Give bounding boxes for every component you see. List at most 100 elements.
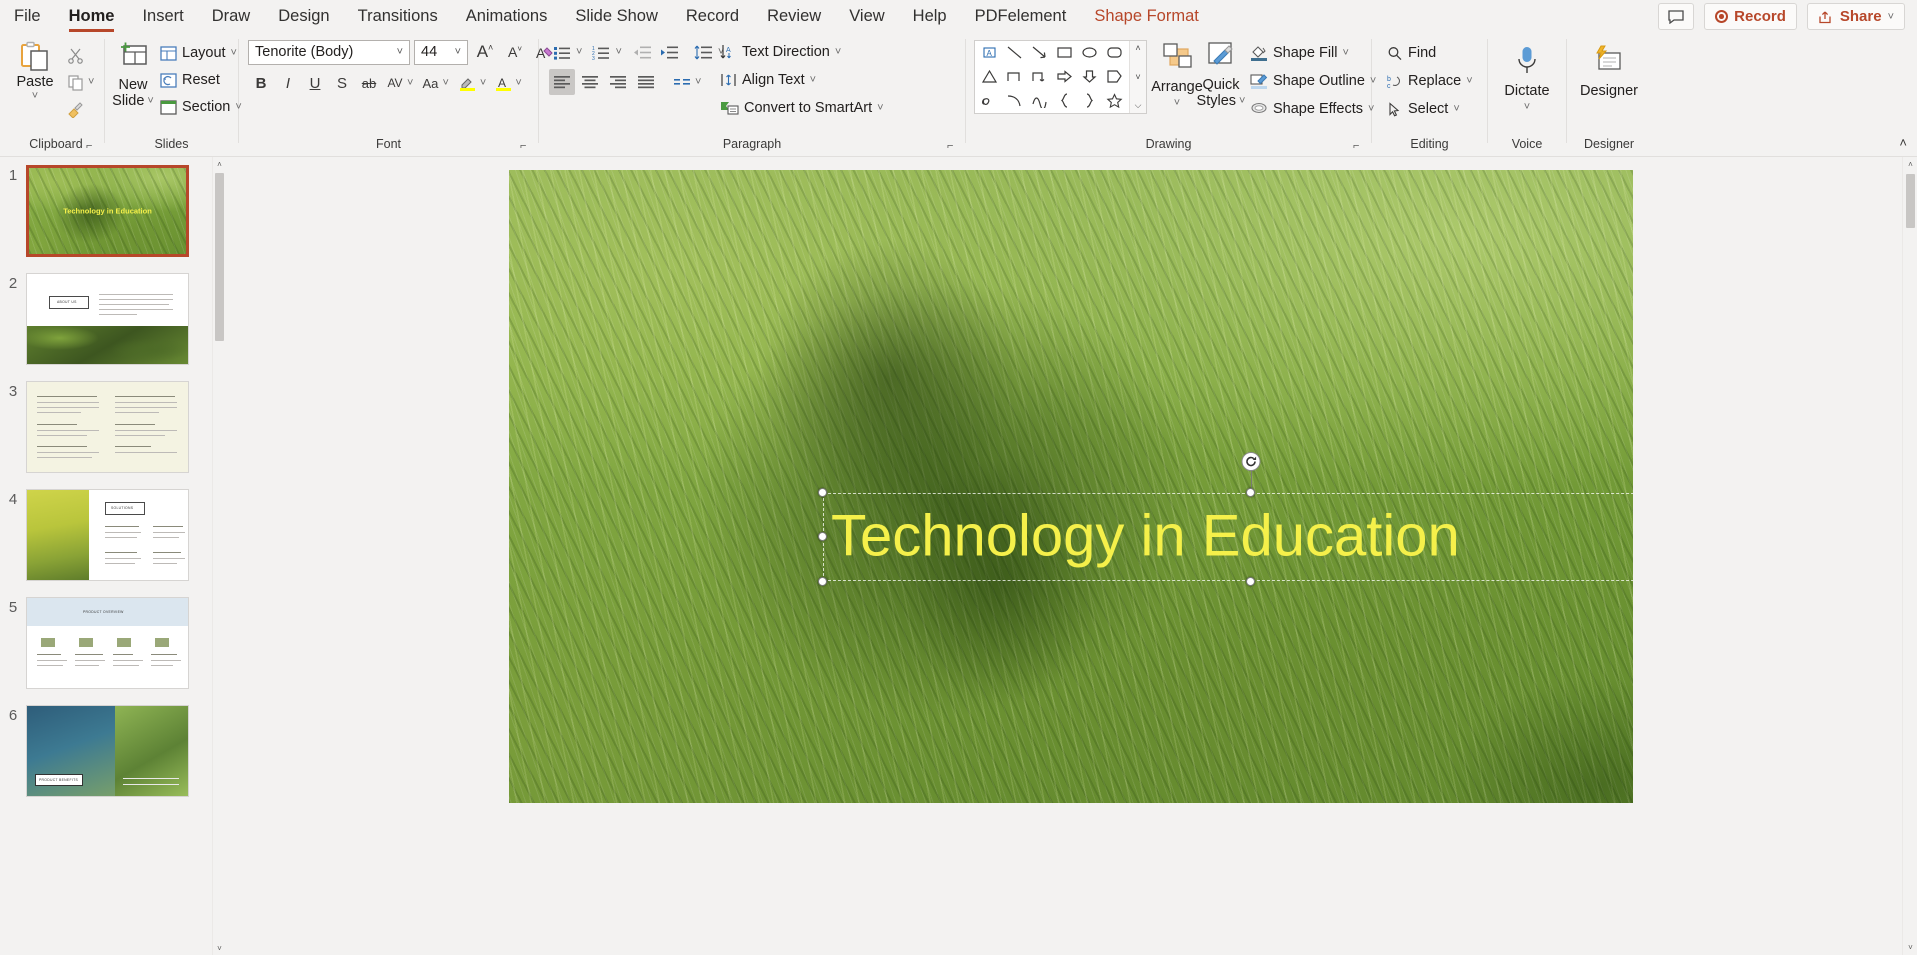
tab-record[interactable]: Record [672,0,753,33]
new-slide-button[interactable]: New Slide ˅ [111,38,155,109]
list-item[interactable]: 5 PRODUCT OVERVIEW [0,597,212,689]
curve-shape[interactable] [1031,93,1048,111]
text-shadow-button[interactable]: S [329,70,355,96]
elbow-connector-shape[interactable] [1006,69,1023,87]
elbow-arrow-shape[interactable] [1031,69,1048,87]
rectangle-shape[interactable] [1056,45,1073,63]
change-case-button[interactable]: Aa ˅ [418,70,448,96]
tab-transitions[interactable]: Transitions [344,0,452,33]
strikethrough-button[interactable]: ab [356,70,382,96]
scroll-down-icon[interactable]: ˅ [1903,940,1917,955]
slide-thumbnail-4[interactable]: SOLUTIONS [26,489,189,581]
paragraph-dialog-launcher[interactable]: ⌐ [947,141,959,153]
chevron-down-icon[interactable]: ˅ [1453,103,1459,115]
thumbnail-scrollbar[interactable]: ˄ ˅ [212,157,225,955]
text-direction-button[interactable]: A Text Direction ˅ [715,39,889,65]
down-arrow-shape[interactable] [1081,69,1098,87]
font-name-input[interactable]: Tenorite (Body) ˅ [248,39,410,65]
slide-thumbnail-2[interactable]: ABOUT US [26,273,189,365]
tab-pdfelement[interactable]: PDFelement [961,0,1081,33]
chevron-down-icon[interactable]: ˅ [1524,99,1530,115]
slide-vertical-scrollbar[interactable]: ˄ ˅ [1902,157,1917,955]
line-shape[interactable] [1006,45,1023,63]
chevron-down-icon[interactable]: ˅ [88,76,94,88]
title-textbox[interactable]: Technology in Education [818,452,1633,586]
replace-button[interactable]: b c Replace ˅ [1382,68,1478,94]
textbox-shape[interactable]: A [981,45,998,63]
list-item[interactable]: 2 ABOUT US [0,273,212,365]
format-painter-button[interactable] [62,96,88,122]
tab-review[interactable]: Review [753,0,835,33]
paste-button[interactable]: Paste ˅ [8,38,62,102]
tab-home[interactable]: Home [55,0,129,33]
tab-file[interactable]: File [0,0,55,33]
tab-help[interactable]: Help [899,0,961,33]
chevron-down-icon[interactable]: ˅ [1342,47,1348,59]
chevron-down-icon[interactable]: ˅ [1466,75,1472,87]
chevron-down-icon[interactable]: ˅ [407,77,413,89]
oval-shape[interactable] [1081,45,1098,63]
cut-button[interactable] [62,42,88,68]
select-button[interactable]: Select ˅ [1382,96,1465,122]
bullets-button[interactable] [549,39,575,65]
drawing-dialog-launcher[interactable]: ⌐ [1353,141,1365,153]
gallery-more-icon[interactable]: ⌵ [1135,100,1142,111]
tab-shape-format[interactable]: Shape Format [1080,0,1213,33]
align-center-button[interactable] [577,69,603,95]
slide-thumbnail-3[interactable] [26,381,189,473]
text-highlight-button[interactable]: ˅ [456,70,486,96]
slide-thumbnail-6[interactable]: PRODUCT BENEFITS [26,705,189,797]
shapes-gallery[interactable]: A ˄ ˅ ⌵ [974,40,1147,114]
shapes-gallery-scroll[interactable]: ˄ ˅ ⌵ [1129,41,1146,113]
convert-to-smartart-button[interactable]: Convert to SmartArt ˅ [715,95,889,121]
arrange-button[interactable]: Arrange ˅ [1151,38,1203,111]
scrollbar-thumb[interactable] [1906,174,1915,228]
shape-fill-button[interactable]: Shape Fill ˅ [1245,40,1381,66]
underline-button[interactable]: U [302,70,328,96]
align-left-button[interactable] [549,69,575,95]
current-slide[interactable]: Technology in Education [509,170,1633,803]
chevron-down-icon[interactable]: ˅ [695,76,701,88]
bold-button[interactable]: B [248,70,274,96]
quick-styles-button[interactable]: Quick Styles ˅ [1197,38,1245,109]
font-color-button[interactable]: A ˅ [491,70,522,96]
resize-handle-top-center[interactable] [1246,488,1255,497]
font-dialog-launcher[interactable]: ⌐ [520,141,532,153]
slide-thumbnail-5[interactable]: PRODUCT OVERVIEW [26,597,189,689]
scroll-up-icon[interactable]: ˄ [1903,157,1917,172]
font-size-input[interactable]: 44 ˅ [414,39,468,65]
columns-button[interactable]: ˅ [669,69,701,95]
list-item[interactable]: 3 [0,381,212,473]
scrollbar-thumb[interactable] [215,173,224,341]
chevron-down-icon[interactable]: ˅ [515,77,521,89]
arrow-shape[interactable] [1031,45,1048,63]
chevron-down-icon[interactable]: ˅ [480,77,486,89]
reset-button[interactable]: Reset [155,67,247,93]
line-spacing-button[interactable] [691,39,717,65]
resize-handle-top-left[interactable] [818,488,827,497]
chevron-down-icon[interactable]: ˅ [877,102,883,114]
resize-handle-bottom-left[interactable] [818,577,827,586]
chevron-down-icon[interactable]: ˅ [394,46,406,58]
comments-button[interactable] [1658,3,1695,30]
gallery-scroll-up-icon[interactable]: ˄ [1135,43,1140,53]
find-button[interactable]: Find [1382,40,1441,66]
slide-title-text[interactable]: Technology in Education [831,506,1460,568]
chevron-down-icon[interactable]: ˅ [810,74,816,86]
chevron-down-icon[interactable]: ˅ [835,46,841,58]
chevron-down-icon[interactable]: ˅ [615,46,621,58]
chevron-down-icon[interactable]: ˅ [1888,11,1894,23]
align-text-button[interactable]: Align Text ˅ [715,67,889,93]
collapse-ribbon-icon[interactable]: ˄ [1899,135,1907,150]
gallery-scroll-down-icon[interactable]: ˅ [1135,72,1140,82]
align-right-button[interactable] [605,69,631,95]
tab-animations[interactable]: Animations [452,0,562,33]
section-button[interactable]: Section ˅ [155,94,247,120]
thumbnail-list[interactable]: 1 Technology in Education 2 ABOUT US 3 4… [0,157,212,955]
increase-font-size-button[interactable]: A˄ [472,39,498,65]
left-brace-shape[interactable] [1056,93,1073,111]
italic-button[interactable]: I [275,70,301,96]
copy-button[interactable] [62,69,88,95]
tab-slide-show[interactable]: Slide Show [561,0,672,33]
chevron-down-icon[interactable]: ˅ [452,46,464,58]
